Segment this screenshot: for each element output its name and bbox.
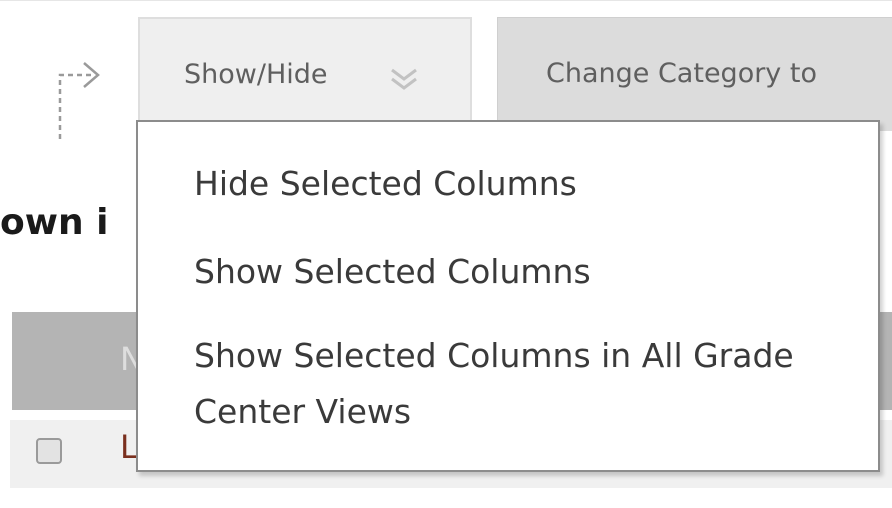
change-category-label: Change Category to <box>546 58 817 89</box>
select-all-arrow-icon <box>58 62 100 139</box>
toolbar-top-border <box>0 0 892 1</box>
change-category-button[interactable]: Change Category to <box>497 17 892 131</box>
menu-item-hide-selected-columns[interactable]: Hide Selected Columns <box>194 154 577 214</box>
row-checkbox[interactable] <box>36 438 62 464</box>
show-hide-dropdown-menu: Hide Selected Columns Show Selected Colu… <box>136 120 880 472</box>
page-heading-fragment: own i <box>0 202 109 243</box>
menu-item-show-selected-columns-all-views[interactable]: Show Selected Columns in All Grade Cente… <box>194 328 814 440</box>
show-hide-button[interactable]: Show/Hide <box>138 17 472 131</box>
menu-item-show-selected-columns[interactable]: Show Selected Columns <box>194 242 591 302</box>
show-hide-label: Show/Hide <box>184 59 328 90</box>
double-chevron-down-icon <box>391 68 417 90</box>
